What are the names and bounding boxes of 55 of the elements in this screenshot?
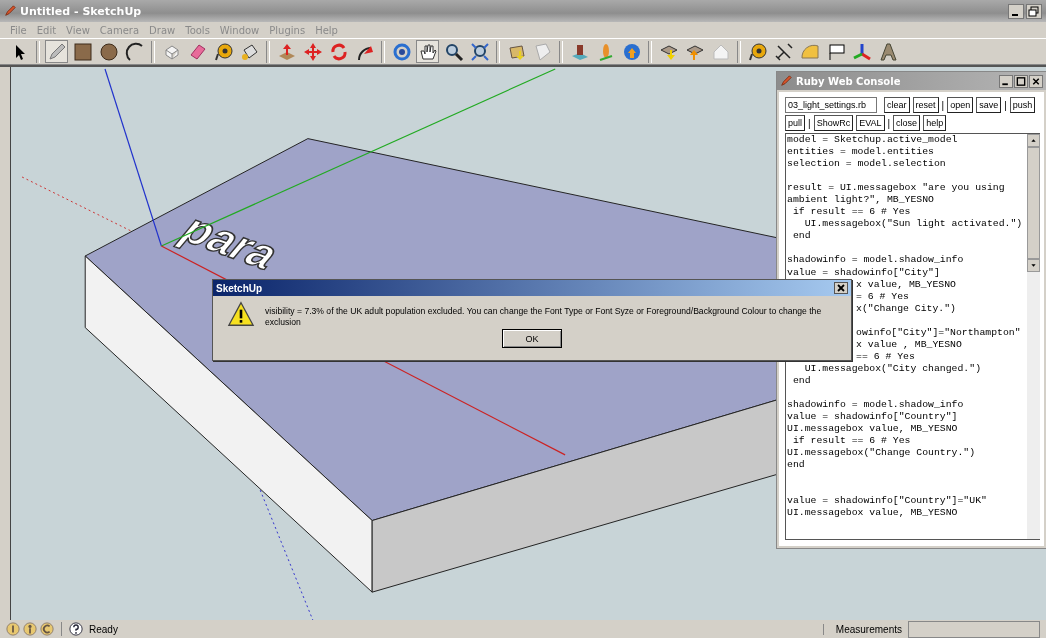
- console-button[interactable]: help: [923, 115, 947, 131]
- code-line: x value , MB_YESNO: [856, 338, 962, 351]
- console-button[interactable]: clear: [884, 97, 910, 113]
- separator-text: |: [887, 117, 891, 129]
- close-icon[interactable]: [834, 282, 848, 294]
- help-icon[interactable]: [69, 622, 83, 636]
- tool-icon[interactable]: [416, 40, 439, 63]
- code-line: UI.messagebox("Sun light activated."): [803, 218, 1023, 231]
- status-text: Ready: [89, 623, 118, 635]
- code-line: x("Change City."): [856, 302, 956, 315]
- circle-letter-icon[interactable]: [40, 622, 54, 636]
- ok-button[interactable]: OK: [502, 329, 562, 348]
- separator-text: |: [808, 117, 811, 129]
- separator-text: |: [1004, 99, 1007, 111]
- scroll-thumb[interactable]: [1027, 147, 1040, 259]
- code-line: owinfo["City"]="Northampton": [856, 326, 1021, 339]
- code-line: end: [791, 230, 811, 243]
- window-title: Untitled - SketchUp: [20, 4, 142, 18]
- scrollbar[interactable]: [1027, 134, 1040, 539]
- console-button[interactable]: save: [976, 97, 1002, 113]
- console-button[interactable]: reset: [912, 97, 939, 113]
- console-button[interactable]: EVAL: [856, 115, 885, 131]
- maximize-icon[interactable]: [1014, 74, 1028, 88]
- tool-icon[interactable]: [97, 40, 120, 63]
- measurements-field[interactable]: [908, 620, 1040, 638]
- tool-icon[interactable]: [468, 40, 491, 63]
- code-line: if result == 6 # Yes: [791, 435, 911, 448]
- console-button[interactable]: pull: [785, 115, 805, 131]
- pencil-icon: [4, 5, 16, 17]
- code-line: end: [791, 374, 811, 387]
- minimize-icon[interactable]: [1008, 3, 1024, 19]
- restore-icon[interactable]: [1026, 3, 1042, 19]
- code-line: = 6 # Yes: [856, 290, 909, 303]
- scroll-down-icon[interactable]: [1027, 259, 1040, 272]
- dialog-title: SketchUp: [216, 282, 263, 294]
- minimize-icon[interactable]: [999, 74, 1013, 88]
- console-button[interactable]: ShowRc: [813, 115, 854, 131]
- code-line: x value, MB_YESNO: [856, 278, 956, 291]
- console-button[interactable]: push: [1009, 97, 1036, 113]
- scroll-up-icon[interactable]: [1027, 134, 1040, 147]
- close-icon[interactable]: [1029, 74, 1043, 88]
- code-line: UI.messagebox("City changed."): [803, 362, 981, 375]
- file-name-field[interactable]: 03_light_settings.rb: [785, 97, 877, 113]
- separator-text: |: [941, 99, 945, 111]
- console-button[interactable]: close: [893, 115, 921, 131]
- code-line: == 6 # Yes: [856, 350, 915, 363]
- code-line: if result == 6 # Yes: [791, 206, 911, 219]
- warning-icon: [227, 301, 255, 327]
- tool-icon[interactable]: [746, 40, 769, 63]
- pencil-icon: [780, 75, 792, 87]
- tool-icon[interactable]: [772, 40, 795, 63]
- measurements-label: Measurements: [822, 623, 902, 635]
- tool-icon[interactable]: [212, 40, 235, 63]
- console-button[interactable]: open: [947, 97, 974, 113]
- console-title: Ruby Web Console: [796, 75, 901, 87]
